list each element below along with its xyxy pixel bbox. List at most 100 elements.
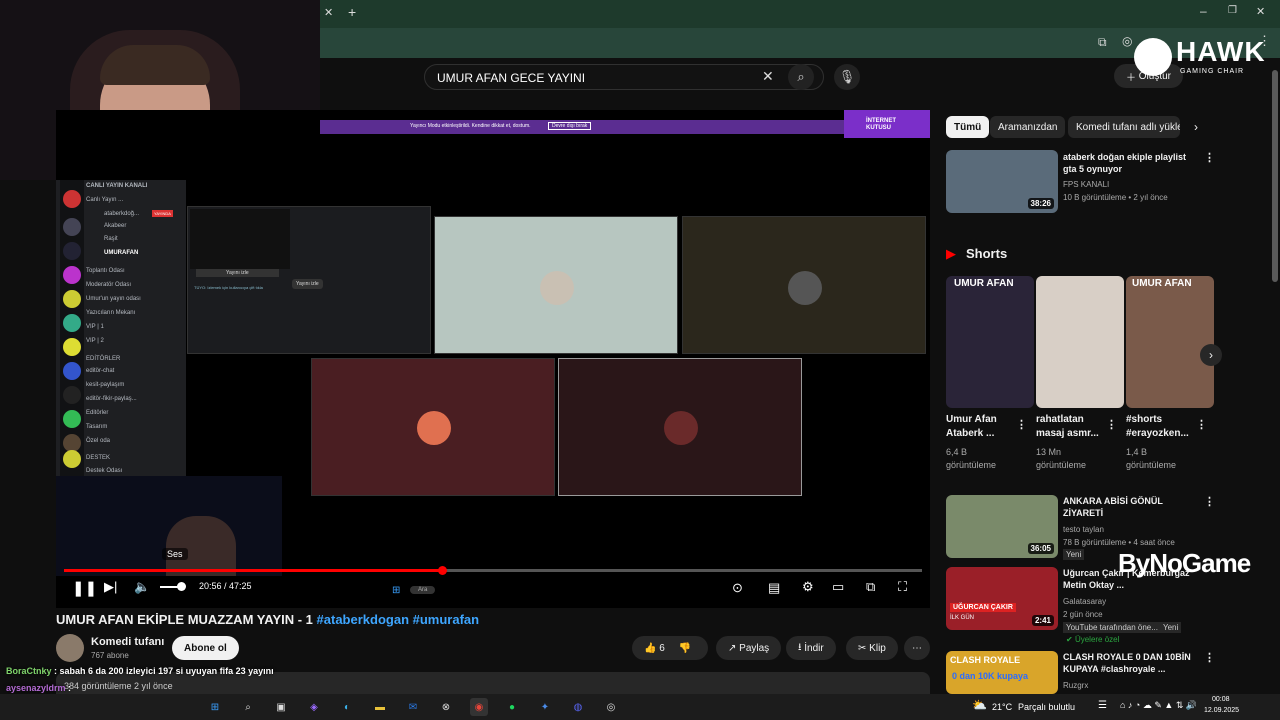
settings-gear-icon[interactable]: ⚙ (802, 579, 814, 595)
short-title[interactable]: #shorts #erayozken... (1126, 413, 1198, 441)
discord-channel[interactable]: kesit-paylaşım (86, 382, 182, 388)
outlook-icon[interactable]: ✉ (404, 698, 422, 716)
eye-off-icon[interactable]: ◎ (1122, 34, 1132, 48)
start-icon[interactable]: ⊞ (206, 698, 224, 716)
short-thumbnail-1[interactable]: UMUR AFAN (946, 276, 1034, 408)
more-options-icon[interactable]: ⋮ (1196, 418, 1207, 431)
filter-chip[interactable]: Tümü (946, 116, 990, 138)
short-thumbnail-3[interactable]: UMUR AFAN (1126, 276, 1214, 408)
discord-channel[interactable]: Tasarım (86, 424, 182, 430)
related-channel[interactable]: Ruzgrx (1063, 680, 1088, 691)
clock-date[interactable]: 12.09.2025 (1204, 707, 1239, 714)
discord-icon[interactable]: ◍ (569, 698, 587, 716)
more-actions-button[interactable]: ⋯ (904, 636, 930, 660)
discord-channel[interactable]: editör-fikir-paylaş... (86, 396, 182, 402)
progress-scrubber[interactable] (437, 566, 447, 575)
clear-search-icon[interactable]: ✕ (762, 68, 774, 85)
pause-icon[interactable]: ❚❚ (72, 579, 97, 597)
video-hashtags[interactable]: #ataberkdogan #umurafan (317, 612, 480, 627)
file-explorer-icon[interactable]: ▬ (371, 698, 389, 716)
subtitles-icon[interactable]: ▤ (768, 580, 780, 596)
discord-channel[interactable]: VIP | 1 (86, 324, 182, 330)
discord-channel[interactable]: Raşit (104, 236, 200, 242)
discord-channel[interactable]: VIP | 2 (86, 338, 182, 344)
fullscreen-icon[interactable]: ⛶ (898, 579, 907, 595)
search-icon[interactable]: ⌕ (239, 698, 257, 716)
clock-time[interactable]: 00:08 (1212, 696, 1230, 703)
minimize-icon[interactable]: – (1200, 4, 1207, 18)
chrome-icon[interactable]: ◉ (470, 698, 488, 716)
share-button[interactable]: ↗ Paylaş (716, 636, 782, 660)
related-title[interactable]: ANKARA ABİSİ GÖNÜL ZİYARETİ (1063, 495, 1193, 519)
discord-channel[interactable]: Umur'un yayın odası (86, 296, 182, 302)
scrollbar-thumb[interactable] (1272, 70, 1278, 282)
volume-knob[interactable] (177, 582, 186, 591)
autoplay-toggle-icon[interactable]: ⊙ (732, 580, 743, 596)
notifications-icon[interactable]: ☰ (1098, 700, 1107, 711)
discord-channel[interactable]: EDİTÖRLER (86, 356, 182, 362)
volume-icon[interactable]: 🔈 (134, 579, 150, 595)
short-thumbnail-2[interactable] (1036, 276, 1124, 408)
weather-temp[interactable]: 21°C (992, 702, 1012, 712)
cast-icon[interactable]: ⧉ (1098, 35, 1107, 50)
more-options-icon[interactable]: ⋮ (1106, 418, 1117, 431)
thumbs-up-icon[interactable]: 👍 (644, 643, 659, 654)
discord-channel[interactable]: Özel oda (86, 438, 182, 444)
video-player[interactable]: Yayıncı Modu etkinleştirildi. Kendine di… (56, 110, 930, 608)
more-options-icon[interactable]: ⋮ (1204, 495, 1215, 508)
related-title[interactable]: CLASH ROYALE 0 DAN 10BİN KUPAYA #clashro… (1063, 651, 1193, 675)
thumbs-down-icon[interactable]: 👎 (679, 643, 691, 654)
discord-channel[interactable]: editör-chat (86, 368, 182, 374)
discord-channel[interactable]: Toplantı Odası (86, 268, 182, 274)
edge-icon[interactable]: ◐ (338, 698, 356, 716)
related-channel[interactable]: FPS KANALI (1063, 179, 1109, 190)
discord-channel[interactable]: Yazıcıların Mekanı (86, 310, 182, 316)
related-thumbnail[interactable]: CLASH ROYALE 0 dan 10K kupaya (946, 651, 1058, 694)
discord-channel[interactable]: DESTEK (86, 455, 182, 461)
discord-channel[interactable]: Destek Odası (86, 468, 182, 474)
related-channel[interactable]: Galatasaray (1063, 596, 1106, 607)
spotify-icon[interactable]: ● (503, 698, 521, 716)
short-title[interactable]: Umur Afan Ataberk ... (946, 413, 1018, 441)
discord-channel[interactable]: ataberkdoğ... (104, 211, 200, 217)
like-dislike-group[interactable]: 👍 6 👎 (632, 636, 708, 660)
tray-icons[interactable]: ⌂ ♪ ◔ ☁ ✎ ▲ ⇅ 🔊 (1120, 700, 1197, 711)
task-view-icon[interactable]: ▣ (272, 698, 290, 716)
related-thumbnail[interactable]: UĞURCAN ÇAKIR İLK GÜN 2:41 (946, 567, 1058, 630)
download-button[interactable]: ⭳ İndir (786, 636, 836, 660)
copilot-icon[interactable]: ◈ (305, 698, 323, 716)
xbox-icon[interactable]: ⊗ (437, 698, 455, 716)
related-thumbnail[interactable]: 36:05 (946, 495, 1058, 558)
clip-button[interactable]: ✂ Klip (846, 636, 898, 660)
more-options-icon[interactable]: ⋮ (1204, 151, 1215, 164)
related-channel[interactable]: testo taylan (1063, 524, 1104, 535)
discord-channel[interactable]: UMURAFAN (104, 250, 200, 256)
discord-channel[interactable]: Moderatör Odası (86, 282, 182, 288)
subscribe-button[interactable]: Abone ol (172, 636, 239, 660)
restore-icon[interactable]: ❐ (1228, 5, 1237, 16)
related-thumbnail[interactable]: 38:26 (946, 150, 1058, 213)
short-title[interactable]: rahatlatan masaj asmr... (1036, 413, 1108, 441)
filter-chip[interactable]: Komedi tufanı adlı yükle... (1068, 116, 1180, 138)
close-tab-icon[interactable]: ✕ (324, 6, 333, 19)
channel-name[interactable]: Komedi tufanı (91, 636, 164, 648)
more-options-icon[interactable]: ⋮ (1204, 651, 1215, 664)
filter-chip[interactable]: Aramanızdan (990, 116, 1066, 138)
discord-channel[interactable]: Canlı Yayın ... (86, 197, 182, 203)
weather-desc[interactable]: Parçalı bulutlu (1018, 702, 1075, 712)
cast-icon[interactable]: ⧉ (866, 579, 875, 595)
channel-avatar[interactable] (56, 634, 84, 662)
obs-icon[interactable]: ◎ (602, 698, 620, 716)
chips-next-icon[interactable]: › (1194, 120, 1198, 134)
discord-channel[interactable]: Akabeer (104, 223, 200, 229)
microphone-icon[interactable]: 🎙 (834, 64, 860, 90)
next-icon[interactable]: ▶| (104, 579, 117, 595)
related-title[interactable]: ataberk doğan ekiple playlist gta 5 oynu… (1063, 151, 1193, 175)
new-tab-icon[interactable]: + (348, 4, 356, 20)
more-options-icon[interactable]: ⋮ (1016, 418, 1027, 431)
close-window-icon[interactable]: ✕ (1256, 5, 1265, 18)
shorts-next-icon[interactable]: › (1200, 344, 1222, 366)
theater-mode-icon[interactable]: ▭ (832, 579, 844, 595)
search-icon[interactable]: ⌕ (788, 64, 814, 90)
discord-channel[interactable]: Editörler (86, 410, 182, 416)
